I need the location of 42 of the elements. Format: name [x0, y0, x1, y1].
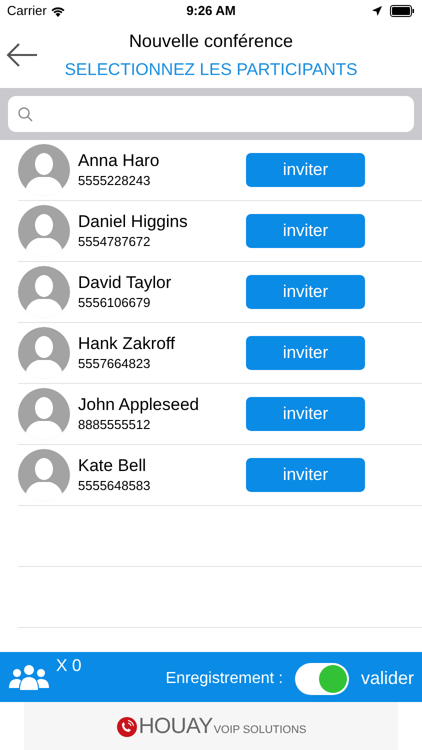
contact-name: David Taylor — [78, 272, 172, 294]
invite-button[interactable]: inviter — [246, 397, 365, 431]
brand-tagline: VOIP SOLUTIONS — [214, 723, 306, 737]
clock-text: 9:26 AM — [186, 2, 236, 20]
location-arrow-icon — [372, 6, 382, 16]
recording-label: Enregistrement : — [166, 669, 283, 689]
contact-phone: 8885555512 — [78, 416, 152, 434]
contact-phone: 5555648583 — [78, 477, 152, 495]
phone-logo-icon — [116, 715, 138, 737]
avatar-icon — [18, 388, 70, 440]
brand-name: HOUAY — [138, 715, 213, 737]
avatar-icon — [18, 205, 70, 257]
contact-name: John Appleseed — [78, 394, 200, 416]
contact-name: Anna Haro — [78, 150, 160, 172]
wifi-icon — [50, 6, 65, 16]
participant-count: X 0 — [56, 655, 82, 677]
group-icon[interactable] — [8, 664, 50, 690]
avatar-icon — [18, 327, 70, 379]
page-title: Nouvelle conférence — [128, 30, 294, 53]
invite-button[interactable]: inviter — [246, 336, 365, 370]
invite-button[interactable]: inviter — [246, 214, 365, 248]
contact-name: Hank Zakroff — [78, 333, 176, 355]
contact-phone: 5554787672 — [78, 233, 152, 251]
invite-button[interactable]: inviter — [246, 275, 365, 309]
contact-name: Daniel Higgins — [78, 211, 189, 233]
contact-phone: 5557664823 — [78, 355, 152, 373]
contact-phone: 5556106679 — [78, 294, 152, 312]
avatar-icon — [18, 266, 70, 318]
search-icon — [18, 106, 33, 122]
invite-button[interactable]: inviter — [246, 153, 365, 187]
invite-button[interactable]: inviter — [246, 458, 365, 492]
back-button[interactable] — [6, 42, 38, 68]
validate-button[interactable]: valider — [360, 664, 414, 692]
search-field[interactable] — [8, 96, 414, 132]
contact-name: Kate Bell — [78, 455, 148, 477]
battery-icon — [390, 5, 415, 17]
page-subtitle: SELECTIONNEZ LES PARTICIPANTS — [64, 59, 358, 81]
recording-toggle[interactable] — [294, 663, 349, 695]
carrier-text: Carrier — [7, 2, 47, 20]
avatar-icon — [18, 449, 70, 501]
contact-phone: 5555228243 — [78, 172, 152, 190]
avatar-icon — [18, 144, 70, 196]
